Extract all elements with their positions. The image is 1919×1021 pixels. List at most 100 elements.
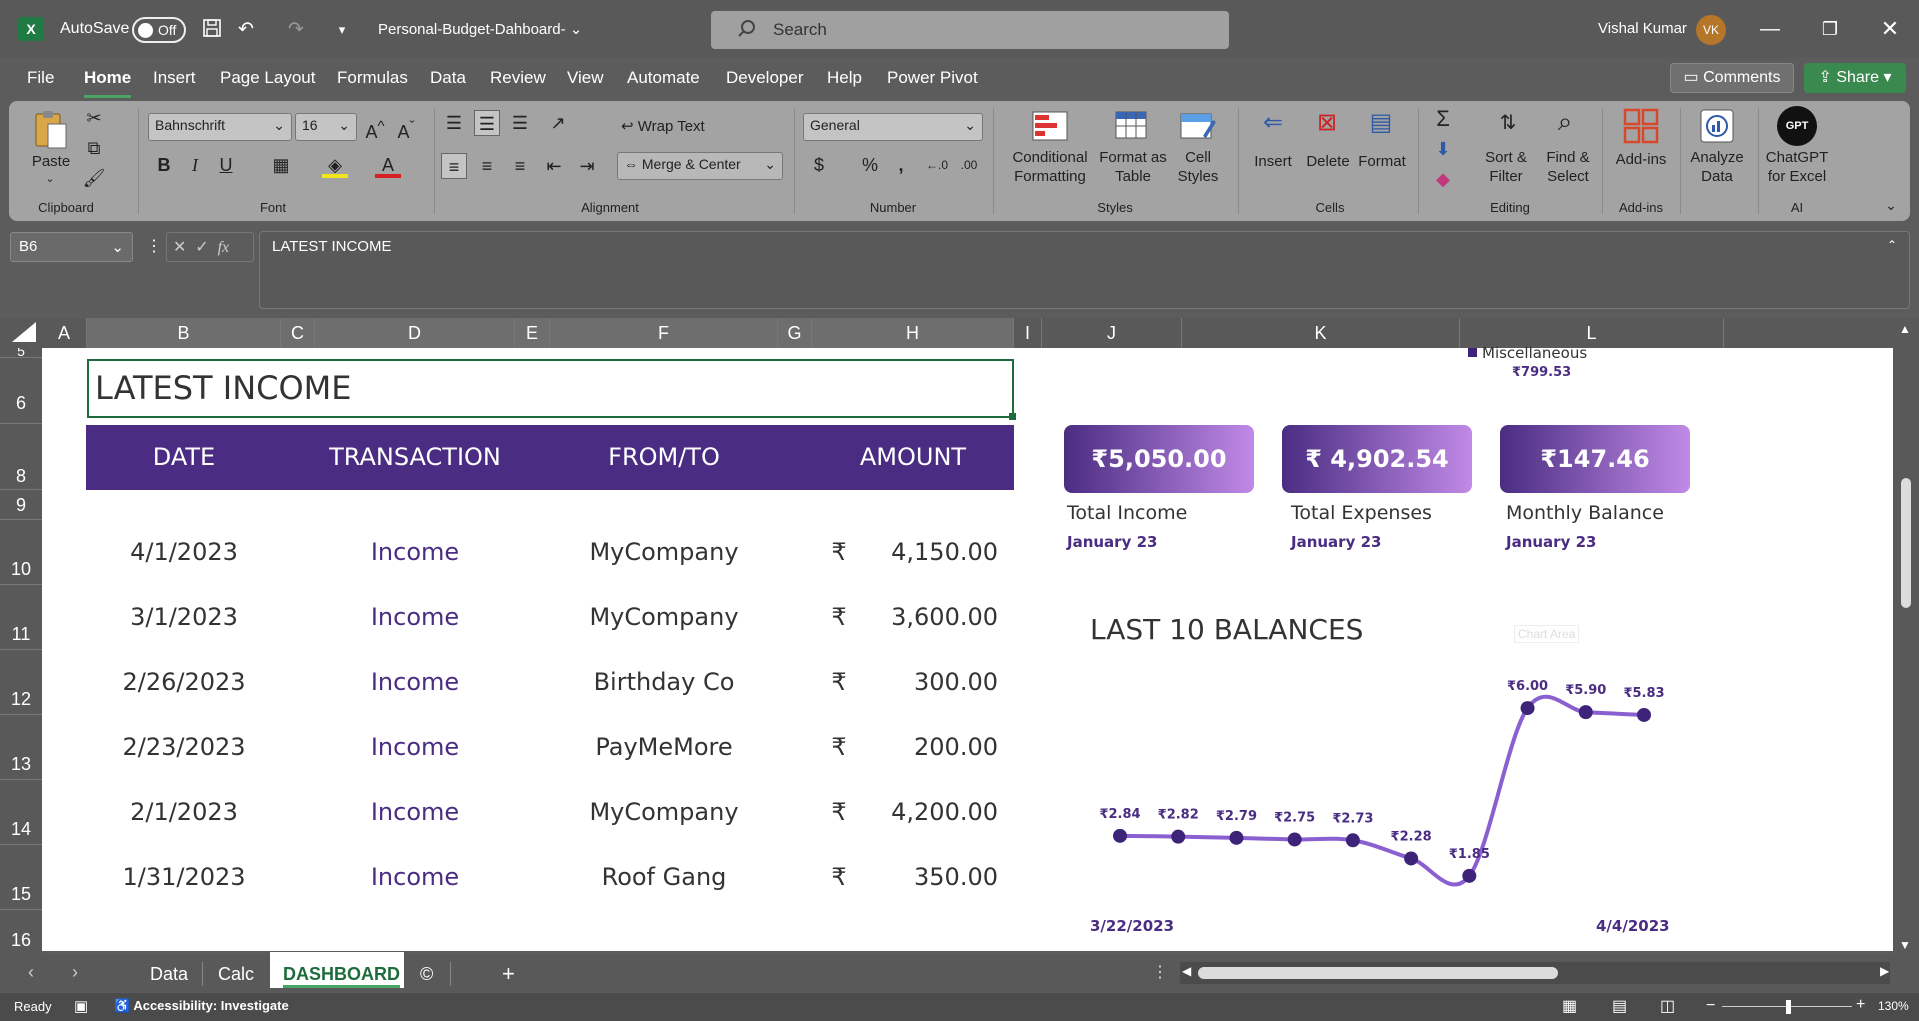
- align-top-icon[interactable]: ☰: [441, 110, 467, 136]
- sheet-tab-dashboard[interactable]: DASHBOARD: [283, 960, 400, 988]
- income-date[interactable]: 2/1/2023: [87, 798, 281, 826]
- row-header-8[interactable]: 8: [0, 424, 42, 490]
- tab-power-pivot[interactable]: Power Pivot: [887, 68, 978, 92]
- page-break-view-icon[interactable]: ◫: [1660, 996, 1675, 1016]
- more-options-icon[interactable]: ⋮: [146, 236, 162, 256]
- column-header-j[interactable]: J: [1042, 318, 1182, 348]
- income-from[interactable]: MyCompany: [550, 603, 778, 631]
- next-sheet-icon[interactable]: ›: [72, 962, 78, 983]
- column-header-a[interactable]: A: [42, 318, 87, 348]
- minimize-icon[interactable]: —: [1750, 14, 1790, 44]
- format-cells-icon[interactable]: ▤: [1363, 110, 1399, 136]
- comma-style-icon[interactable]: ,: [888, 152, 914, 178]
- align-left-icon[interactable]: ≡: [441, 153, 467, 179]
- document-title[interactable]: Personal-Budget-Dahboard- ⌄: [378, 20, 582, 38]
- tab-data[interactable]: Data: [430, 68, 466, 92]
- column-header-f[interactable]: F: [550, 318, 778, 348]
- insert-function-icon[interactable]: fx: [218, 239, 230, 256]
- increase-decimal-icon[interactable]: ←.0: [924, 152, 950, 178]
- font-name-dropdown[interactable]: Bahnschrift ⌄: [148, 113, 292, 141]
- delete-cells-button[interactable]: Delete: [1303, 152, 1353, 171]
- find-select-button[interactable]: Find & Select: [1538, 148, 1598, 186]
- cut-icon[interactable]: ✂: [81, 105, 107, 131]
- align-bottom-icon[interactable]: ☰: [507, 110, 533, 136]
- cancel-icon[interactable]: ✕: [173, 239, 186, 256]
- percent-icon[interactable]: %: [857, 152, 883, 178]
- income-amount[interactable]: 4,150.00: [860, 538, 998, 566]
- currency-icon[interactable]: $: [806, 152, 832, 178]
- analyze-data-icon[interactable]: [1698, 107, 1736, 145]
- income-from[interactable]: Birthday Co: [550, 668, 778, 696]
- row-header-16[interactable]: 16: [0, 910, 42, 954]
- increase-font-icon[interactable]: A^: [362, 114, 388, 142]
- insert-cells-icon[interactable]: ⇐: [1255, 110, 1291, 136]
- prev-sheet-icon[interactable]: ‹: [28, 962, 34, 983]
- income-date[interactable]: 1/31/2023: [87, 863, 281, 891]
- save-icon[interactable]: [200, 18, 224, 42]
- zoom-out-icon[interactable]: −: [1706, 997, 1715, 1015]
- tab-developer[interactable]: Developer: [726, 68, 804, 92]
- fill-icon[interactable]: ⬇: [1430, 136, 1456, 162]
- column-header-g[interactable]: G: [778, 318, 812, 348]
- income-amount[interactable]: 300.00: [860, 668, 998, 696]
- tab-insert[interactable]: Insert: [153, 68, 196, 92]
- share-button[interactable]: ⇪ Share ▾: [1804, 63, 1906, 93]
- autosave-toggle[interactable]: Off: [132, 17, 186, 43]
- page-layout-view-icon[interactable]: ▤: [1612, 996, 1627, 1016]
- cell-styles-button[interactable]: Cell Styles: [1168, 148, 1228, 186]
- copy-icon[interactable]: ⧉: [81, 135, 107, 161]
- formula-input[interactable]: LATEST INCOME ⌃: [259, 231, 1910, 309]
- income-type[interactable]: Income: [315, 733, 515, 761]
- income-from[interactable]: MyCompany: [550, 538, 778, 566]
- fill-color-icon[interactable]: ◈: [322, 152, 348, 178]
- bold-icon[interactable]: B: [151, 152, 177, 178]
- scroll-down-icon[interactable]: ▼: [1899, 938, 1911, 952]
- income-from[interactable]: PayMeMore: [550, 733, 778, 761]
- normal-view-icon[interactable]: ▦: [1562, 996, 1577, 1016]
- format-as-table-icon[interactable]: [1114, 110, 1152, 142]
- horizontal-scroll-thumb[interactable]: [1198, 967, 1558, 979]
- chevron-down-icon[interactable]: ⌄: [42, 170, 58, 189]
- number-format-dropdown[interactable]: General ⌄: [803, 113, 983, 141]
- income-type[interactable]: Income: [315, 863, 515, 891]
- collapse-ribbon-icon[interactable]: ⌄: [1878, 192, 1904, 218]
- paste-icon[interactable]: [33, 108, 69, 150]
- increase-indent-icon[interactable]: ⇥: [574, 153, 600, 179]
- vertical-scrollbar[interactable]: [1893, 318, 1919, 954]
- tab-formulas[interactable]: Formulas: [337, 68, 408, 92]
- find-select-icon[interactable]: ⌕: [1545, 108, 1585, 134]
- balance-line-chart[interactable]: ₹2.84 ₹2.82 ₹2.79 ₹2.75 ₹2.73 ₹2.28 ₹1.85 ₹6.00…: [1042, 640, 1702, 940]
- column-header-c[interactable]: C: [281, 318, 315, 348]
- search-box[interactable]: Search: [711, 11, 1229, 49]
- scroll-up-icon[interactable]: ▲: [1899, 322, 1911, 336]
- fill-handle[interactable]: [1009, 413, 1016, 420]
- row-header-5[interactable]: 5: [0, 348, 42, 358]
- kpi-card-total-expenses[interactable]: ₹ 4,902.54: [1282, 425, 1472, 493]
- chatgpt-for-excel-button[interactable]: ChatGPT for Excel: [1762, 148, 1832, 186]
- redo-icon[interactable]: ↷: [284, 18, 308, 42]
- column-header-b[interactable]: B: [87, 318, 281, 348]
- scroll-left-icon[interactable]: ◀: [1182, 964, 1191, 978]
- tab-split-handle-icon[interactable]: ⋮: [1152, 962, 1168, 982]
- column-header-e[interactable]: E: [515, 318, 550, 348]
- row-header-11[interactable]: 11: [0, 585, 42, 650]
- column-header-h[interactable]: H: [812, 318, 1014, 348]
- income-date[interactable]: 3/1/2023: [87, 603, 281, 631]
- align-right-icon[interactable]: ≡: [507, 153, 533, 179]
- tab-home[interactable]: Home: [84, 68, 132, 98]
- sheet-tab-data[interactable]: Data: [150, 960, 188, 988]
- income-type[interactable]: Income: [315, 668, 515, 696]
- column-header-i[interactable]: I: [1014, 318, 1042, 348]
- tab-view[interactable]: View: [567, 68, 604, 92]
- align-center-icon[interactable]: ≡: [474, 153, 500, 179]
- avatar[interactable]: VK: [1696, 15, 1726, 45]
- sort-filter-button[interactable]: Sort & Filter: [1476, 148, 1536, 186]
- tab-help[interactable]: Help: [827, 68, 862, 92]
- add-ins-button[interactable]: Add-ins: [1610, 150, 1672, 169]
- orientation-icon[interactable]: ↗: [545, 110, 571, 136]
- accessibility-button[interactable]: ♿ Accessibility: Investigate: [114, 998, 289, 1014]
- add-ins-icon[interactable]: [1622, 107, 1660, 145]
- close-icon[interactable]: ✕: [1870, 14, 1910, 44]
- column-header-d[interactable]: D: [315, 318, 515, 348]
- conditional-formatting-icon[interactable]: [1031, 110, 1069, 142]
